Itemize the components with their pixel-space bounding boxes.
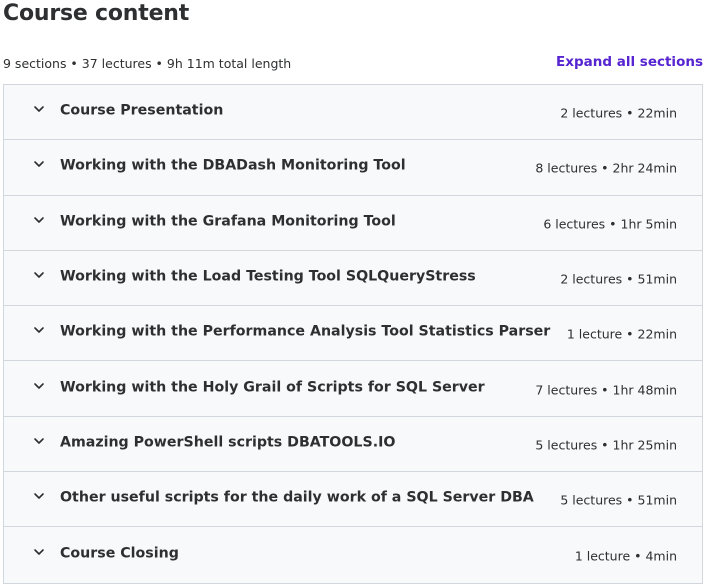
chevron-down-icon xyxy=(34,549,44,555)
chevron-down-icon xyxy=(34,327,44,334)
section-meta: 2 lectures • 51min xyxy=(560,271,677,287)
section-meta: 1 lecture • 22min xyxy=(566,326,677,342)
section-meta: 2 lectures • 22min xyxy=(560,105,677,121)
course-sections-list: Course Presentation 2 lectures • 22min W… xyxy=(3,84,703,584)
expand-all-sections-button[interactable]: Expand all sections xyxy=(556,54,703,70)
section-item[interactable]: Working with the Performance Analysis To… xyxy=(4,306,702,362)
section-title: Working with the Load Testing Tool SQLQu… xyxy=(60,268,476,285)
chevron-down-icon xyxy=(34,106,44,112)
section-title: Working with the Performance Analysis To… xyxy=(60,323,551,340)
section-meta: 1 lecture • 4min xyxy=(574,548,677,564)
chevron-down-icon xyxy=(34,272,44,278)
section-meta: 5 lectures • 1hr 25min xyxy=(535,437,677,453)
section-title: Amazing PowerShell scripts DBATOOLS.IO xyxy=(60,434,396,451)
course-summary: 9 sections • 37 lectures • 9h 11m total … xyxy=(3,56,292,71)
chevron-down-icon xyxy=(34,382,44,389)
section-item[interactable]: Other useful scripts for the daily work … xyxy=(4,472,702,528)
page-title: Course content xyxy=(3,1,190,26)
section-meta: 6 lectures • 1hr 5min xyxy=(543,215,677,231)
section-title: Working with the Grafana Monitoring Tool xyxy=(60,213,396,230)
section-title: Course Closing xyxy=(60,545,179,562)
section-item[interactable]: Working with the Load Testing Tool SQLQu… xyxy=(4,250,702,307)
chevron-down-icon xyxy=(34,161,44,168)
section-meta: 8 lectures • 2hr 24min xyxy=(535,160,677,176)
section-meta: 5 lectures • 51min xyxy=(560,492,677,508)
section-title: Other useful scripts for the daily work … xyxy=(60,489,534,506)
section-item[interactable]: Working with the Grafana Monitoring Tool… xyxy=(4,195,702,251)
section-item[interactable]: Course Closing 1 lecture • 4min xyxy=(4,527,702,583)
section-title: Working with the DBADash Monitoring Tool xyxy=(60,157,406,174)
course-summary-row: 9 sections • 37 lectures • 9h 11m total … xyxy=(3,54,703,74)
chevron-down-icon xyxy=(34,216,44,223)
section-title: Course Presentation xyxy=(60,102,224,119)
section-item[interactable]: Course Presentation 2 lectures • 22min xyxy=(4,85,702,141)
section-item[interactable]: Working with the DBADash Monitoring Tool… xyxy=(4,140,702,196)
section-item[interactable]: Working with the Holy Grail of Scripts f… xyxy=(4,361,702,417)
section-meta: 7 lectures • 1hr 48min xyxy=(535,381,677,397)
section-item[interactable]: Amazing PowerShell scripts DBATOOLS.IO 5… xyxy=(4,416,702,473)
section-title: Working with the Holy Grail of Scripts f… xyxy=(60,379,485,396)
chevron-down-icon xyxy=(34,438,44,444)
chevron-down-icon xyxy=(34,493,44,500)
